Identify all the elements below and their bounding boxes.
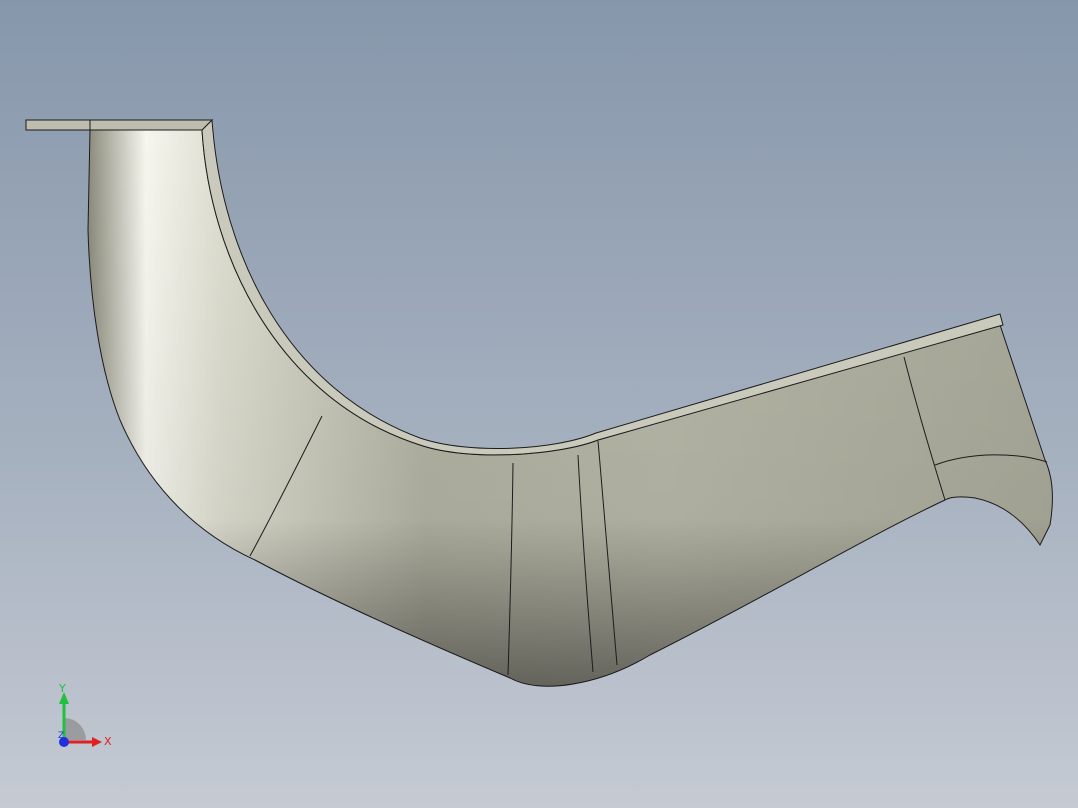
3d-model-view[interactable] bbox=[0, 0, 1078, 808]
y-axis-label: Y bbox=[58, 684, 66, 695]
left-flange-tab[interactable] bbox=[25, 119, 214, 131]
part-shadow-overlay bbox=[88, 130, 1053, 687]
coordinate-triad: Y X Z bbox=[58, 684, 112, 748]
graphics-viewport[interactable]: Y X Z bbox=[0, 0, 1078, 808]
x-axis-label: X bbox=[104, 735, 112, 748]
z-axis-label: Z bbox=[58, 731, 64, 741]
x-axis-arrow-icon bbox=[92, 737, 102, 747]
triad-shade bbox=[64, 718, 86, 740]
